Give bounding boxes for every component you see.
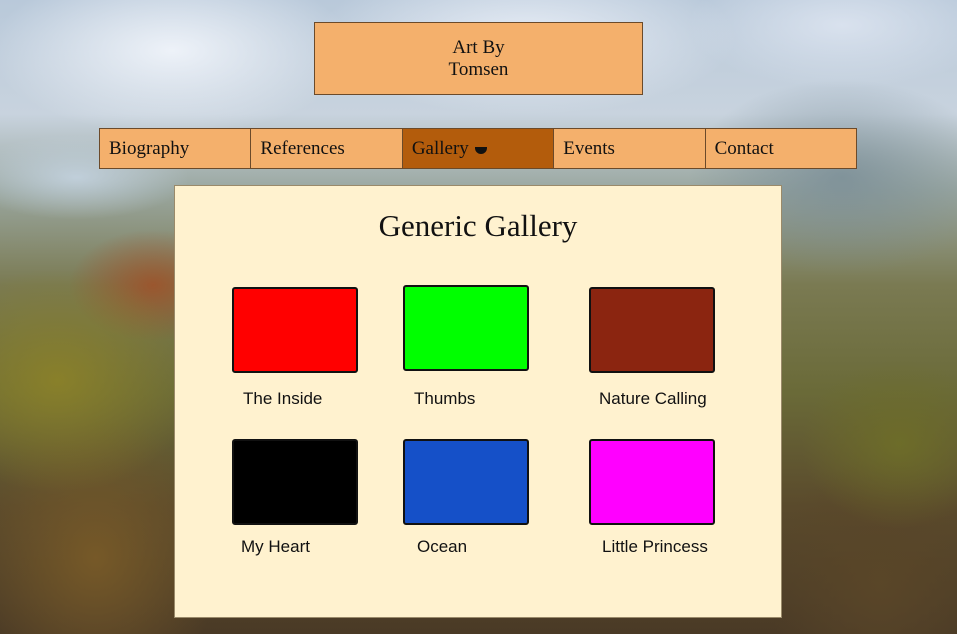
site-title-line1: Art By — [452, 36, 505, 58]
gallery-thumb-little-princess[interactable] — [589, 439, 715, 525]
site-title-line2: Tomsen — [448, 58, 509, 80]
nav-item-references[interactable]: References — [251, 129, 403, 168]
nav-item-label: Biography — [109, 137, 190, 159]
nav-item-gallery[interactable]: Gallery — [402, 129, 555, 168]
nav-item-biography[interactable]: Biography — [100, 129, 252, 168]
gallery-thumb-nature-calling[interactable] — [589, 287, 715, 373]
nav-item-label: References — [260, 137, 345, 159]
gallery-caption[interactable]: Thumbs — [414, 389, 475, 409]
gallery-thumb-ocean[interactable] — [403, 439, 529, 525]
gallery-caption[interactable]: Ocean — [417, 537, 467, 557]
nav-item-label: Contact — [714, 137, 774, 159]
nav-item-events[interactable]: Events — [554, 129, 706, 168]
gallery-panel: Generic Gallery The Inside Thumbs Nature… — [174, 185, 782, 618]
gallery-caption[interactable]: My Heart — [241, 537, 310, 557]
gallery-caption[interactable]: Little Princess — [602, 537, 708, 557]
nav-item-label: Events — [563, 137, 615, 159]
gallery-caption[interactable]: Nature Calling — [599, 389, 707, 409]
site-title[interactable]: Art By Tomsen — [314, 22, 643, 95]
gallery-thumb-thumbs[interactable] — [403, 285, 529, 371]
gallery-title: Generic Gallery — [378, 208, 578, 243]
gallery-caption[interactable]: The Inside — [243, 389, 322, 409]
gallery-thumb-my-heart[interactable] — [232, 439, 358, 525]
gallery-thumb-the-inside[interactable] — [232, 287, 358, 373]
nav-item-contact[interactable]: Contact — [705, 129, 857, 168]
caret-down-icon[interactable] — [474, 147, 487, 154]
main-nav: Biography References Gallery Events Cont… — [99, 128, 857, 169]
nav-item-label: Gallery — [411, 137, 469, 159]
